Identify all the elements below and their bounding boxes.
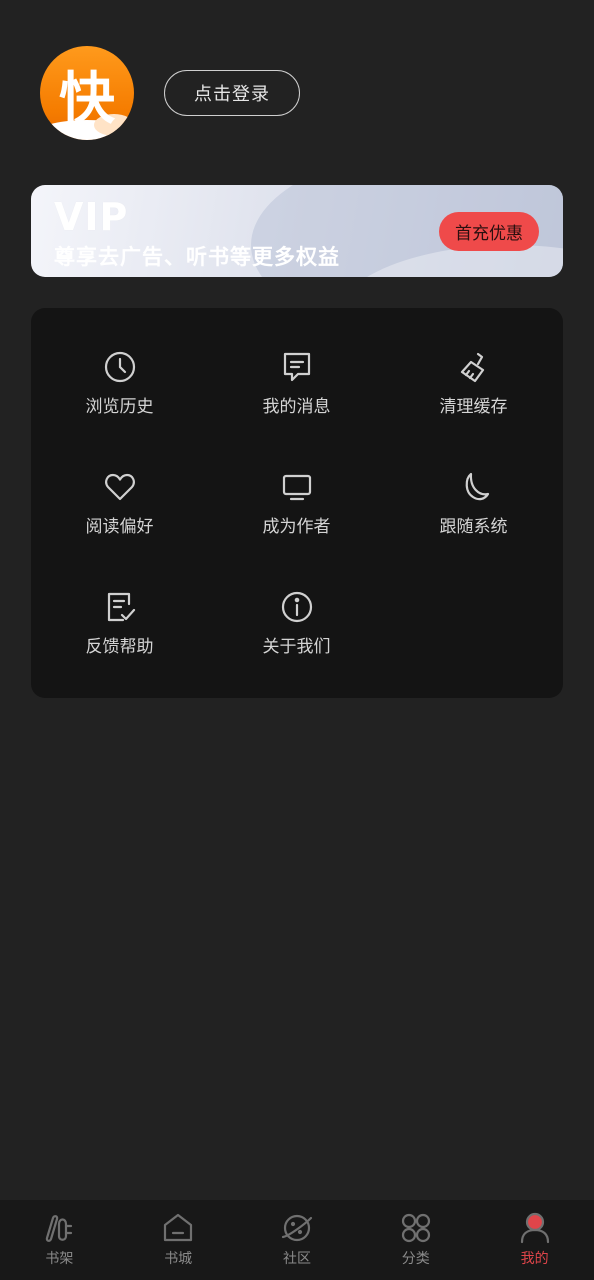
bookshelf-icon — [46, 1215, 73, 1242]
login-button[interactable]: 点击登录 — [164, 70, 300, 116]
menu-item-label: 阅读偏好 — [85, 517, 154, 537]
vip-banner[interactable]: VIP 尊享去广告、听书等更多权益 首充优惠 — [31, 185, 563, 277]
menu-item-clear-cache[interactable]: 清理缓存 — [385, 308, 562, 418]
tab-label: 我的 — [520, 1251, 549, 1267]
heart-icon — [104, 473, 135, 501]
planet-icon — [281, 1214, 313, 1242]
tab-label: 书架 — [45, 1251, 74, 1267]
menu-item-label: 我的消息 — [262, 397, 331, 417]
tab-bookstore[interactable]: 书城 — [119, 1200, 238, 1280]
tab-label: 书城 — [164, 1251, 193, 1267]
vip-subtitle: 尊享去广告、听书等更多权益 — [54, 245, 340, 269]
menu-item-about-us[interactable]: 关于我们 — [208, 548, 385, 658]
menu-item-label: 反馈帮助 — [85, 637, 154, 657]
menu-item-history[interactable]: 浏览历史 — [31, 308, 208, 418]
menu-item-become-author[interactable]: 成为作者 — [208, 428, 385, 538]
profile-icon — [520, 1212, 549, 1244]
tab-category[interactable]: 分类 — [356, 1200, 475, 1280]
menu-item-label: 浏览历史 — [85, 397, 154, 417]
first-charge-discount-button[interactable]: 首充优惠 — [439, 212, 539, 251]
menu-item-messages[interactable]: 我的消息 — [208, 308, 385, 418]
info-icon — [281, 591, 312, 623]
tab-profile[interactable]: 我的 — [475, 1200, 594, 1280]
monitor-icon — [282, 474, 311, 501]
broom-icon — [460, 352, 484, 383]
tab-label: 分类 — [401, 1251, 430, 1267]
menu-item-follow-system[interactable]: 跟随系统 — [385, 428, 562, 538]
menu-item-feedback[interactable]: 反馈帮助 — [31, 548, 208, 658]
message-icon — [283, 352, 310, 382]
tab-bookshelf[interactable]: 书架 — [0, 1200, 119, 1280]
feedback-icon — [107, 592, 135, 622]
tab-community[interactable]: 社区 — [238, 1200, 357, 1280]
menu-item-reading-preference[interactable]: 阅读偏好 — [31, 428, 208, 538]
clock-icon — [104, 351, 135, 383]
moon-icon — [465, 472, 489, 501]
category-icon — [401, 1213, 430, 1243]
bottom-tab-bar: 书架 书城 社区 分类 我的 — [0, 1200, 594, 1280]
menu-item-label: 成为作者 — [262, 517, 331, 537]
menu-item-label: 关于我们 — [262, 637, 331, 657]
vip-title: VIP — [54, 195, 129, 239]
avatar[interactable]: 快 — [40, 46, 134, 140]
bookstore-icon — [164, 1213, 193, 1242]
avatar-logo-text: 快 — [59, 67, 115, 132]
menu-item-label: 清理缓存 — [439, 397, 508, 417]
tab-label: 社区 — [282, 1251, 311, 1267]
menu-grid: 浏览历史 我的消息 清理缓存 阅读偏好 成为作者 跟随系统 反馈帮助 关于我们 — [31, 308, 563, 698]
menu-item-label: 跟随系统 — [439, 517, 508, 537]
